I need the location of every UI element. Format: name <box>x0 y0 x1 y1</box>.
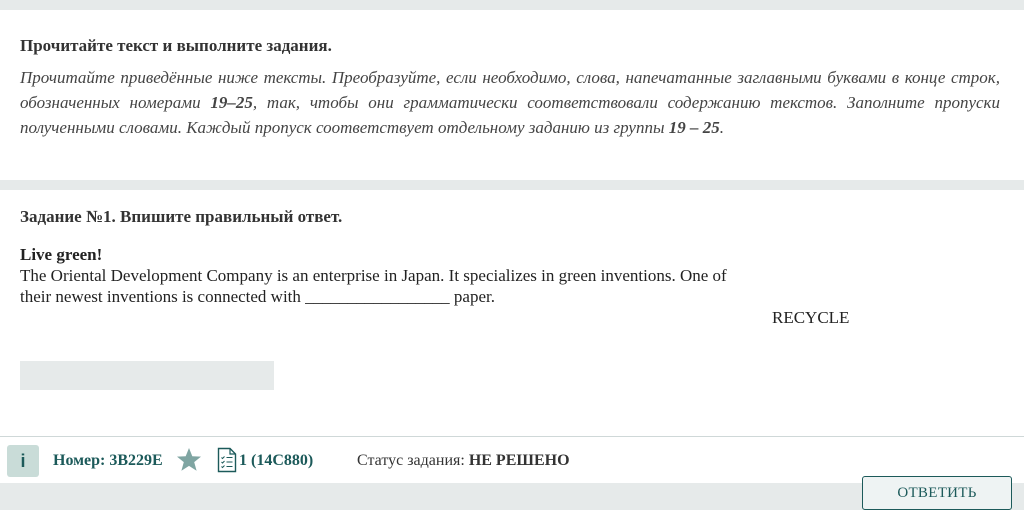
task-number: Номер: 3B229E <box>53 452 163 470</box>
star-icon[interactable] <box>176 447 202 473</box>
instructions-range1: 19–25 <box>210 93 253 112</box>
info-button[interactable]: i <box>7 445 39 477</box>
instructions-range2: 19 – 25 <box>668 118 720 137</box>
answer-input[interactable] <box>20 361 274 390</box>
task-text-line2-before: their newest inventions is connected wit… <box>20 287 306 306</box>
task-panel: Задание №1. Впишите правильный ответ. Li… <box>0 190 1024 436</box>
instructions-panel: Прочитайте текст и выполните задания. Пр… <box>0 10 1024 180</box>
task-text-line1: The Oriental Development Company is an e… <box>20 266 727 285</box>
instructions-text-part3: . <box>719 118 724 137</box>
instructions-text: Прочитайте приведённые ниже тексты. Прео… <box>20 65 1000 140</box>
status-value: НЕ РЕШЕНО <box>468 452 570 469</box>
blank-gap: _________________ <box>305 287 450 306</box>
submit-button[interactable]: ОТВЕТИТЬ <box>862 476 1012 510</box>
status-label: Статус задания: <box>357 452 465 469</box>
task-text-line2: their newest inventions is connected wit… <box>20 286 790 307</box>
document-icon[interactable] <box>217 447 237 473</box>
task-text: The Oriental Development Company is an e… <box>20 265 790 307</box>
task-number-label: Номер: <box>53 452 106 469</box>
task-title: Задание №1. Впишите правильный ответ. <box>20 207 343 226</box>
task-text-line2-after: paper. <box>449 287 495 306</box>
task-status: Статус задания: НЕ РЕШЕНО <box>357 452 570 470</box>
instructions-title: Прочитайте текст и выполните задания. <box>20 36 332 55</box>
keyword-word: RECYCLE <box>772 308 850 327</box>
text-title: Live green! <box>20 245 103 264</box>
task-number-value: 3B229E <box>109 452 163 469</box>
task-variant-label[interactable]: 1 (14C880) <box>239 452 313 470</box>
